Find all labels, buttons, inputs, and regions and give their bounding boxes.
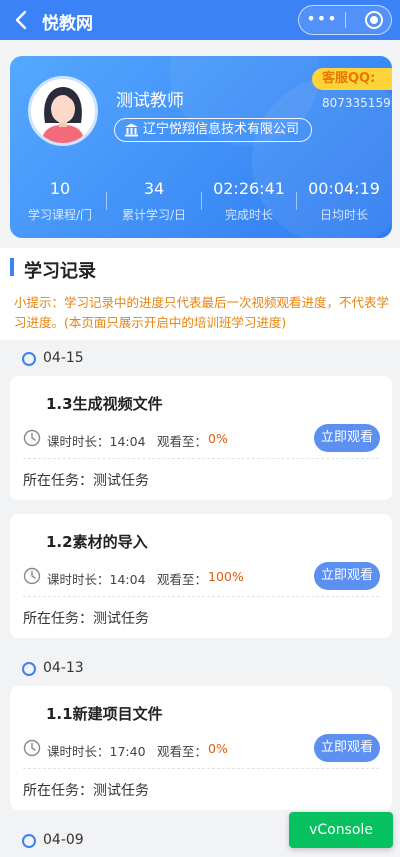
stat-label: 累计学习/日 (121, 208, 187, 222)
tip-text: 小提示：学习记录中的进度只代表最后一次视频观看进度，不代表学习进度。(本页面只展… (14, 295, 390, 330)
lesson-duration: 课时时长：14:04 (47, 569, 146, 588)
task-label: 所在任务： (23, 783, 93, 799)
stat-value: 34 (143, 179, 165, 198)
duration-value: 17:40 (109, 744, 146, 759)
task-value: 测试任务 (93, 783, 149, 799)
lesson-title: 1.1新建项目文件 (46, 705, 163, 723)
stat-completed-time: 02:26:41 完成时长 (201, 178, 297, 223)
stat-daily-average: 00:04:19 日均时长 (296, 178, 392, 223)
stat-value: 00:04:19 (308, 179, 380, 198)
date-label: 04-13 (43, 660, 84, 676)
teacher-name: 测试教师 (116, 91, 184, 111)
stat-label: 日均时长 (319, 208, 368, 222)
divider (23, 596, 379, 597)
section-title: 学习记录 (24, 261, 96, 282)
stat-value: 02:26:41 (213, 179, 285, 198)
divider (23, 458, 379, 459)
progress-value: 0% (208, 741, 228, 756)
duration-value: 14:04 (109, 572, 146, 587)
navbar: 悦教网 ••• (0, 0, 400, 40)
capsule-divider (345, 12, 346, 28)
stat-label: 学习课程/门 (27, 208, 93, 222)
stat-label: 完成时长 (224, 208, 273, 222)
target-circle-icon[interactable] (365, 11, 383, 29)
stats-row: 10 学习课程/门 34 累计学习/日 02:26:41 完成时长 00:04:… (10, 178, 392, 228)
watch-now-button[interactable]: 立即观看 (314, 734, 380, 762)
date-label: 04-15 (43, 350, 84, 366)
duration-label: 课时时长： (47, 434, 110, 449)
task-value: 测试任务 (93, 611, 149, 627)
lesson-duration: 课时时长：14:04 (47, 431, 146, 450)
watch-now-button[interactable]: 立即观看 (314, 424, 380, 452)
more-dots-icon[interactable]: ••• (299, 6, 345, 34)
lesson-duration: 课时时长：17:40 (47, 741, 146, 760)
progress-label: 观看至： (157, 744, 208, 759)
qq-label: 客服QQ: (312, 68, 392, 90)
progress-value: 100% (208, 569, 244, 584)
profile-card: 测试教师 辽宁悦翔信息技术有限公司 客服QQ: 807335159 10 学习课… (10, 56, 392, 238)
lesson-title: 1.2素材的导入 (46, 533, 148, 551)
progress-value: 0% (208, 431, 228, 446)
task-label: 所在任务： (23, 473, 93, 489)
lesson-title: 1.3生成视频文件 (46, 395, 163, 413)
task-info: 所在任务：测试任务 (23, 470, 149, 490)
stat-courses: 10 学习课程/门 (12, 178, 108, 223)
study-records-header: 学习记录 小提示：学习记录中的进度只代表最后一次视频观看进度，不代表学习进度。(… (0, 248, 400, 340)
clock-icon (23, 739, 41, 757)
task-label: 所在任务： (23, 611, 93, 627)
duration-label: 课时时长： (47, 572, 110, 587)
page-title: 悦教网 (42, 14, 93, 34)
vconsole-button[interactable]: vConsole (289, 812, 393, 848)
stat-value: 10 (49, 179, 71, 198)
record-card: 1.3生成视频文件 课时时长：14:04 观看至： 0% 立即观看 所在任务：测… (10, 376, 392, 500)
chevron-left-icon[interactable] (10, 6, 34, 34)
progress-label: 观看至： (157, 572, 208, 587)
task-value: 测试任务 (93, 473, 149, 489)
bank-icon (125, 123, 138, 137)
clock-icon (23, 567, 41, 585)
company-badge: 辽宁悦翔信息技术有限公司 (114, 118, 313, 142)
mini-program-capsule: ••• (298, 5, 392, 35)
circle-icon (22, 662, 36, 676)
record-card: 1.1新建项目文件 课时时长：17:40 观看至： 0% 立即观看 所在任务：测… (10, 686, 392, 810)
circle-icon (22, 834, 36, 848)
clock-icon (23, 429, 41, 447)
qq-number[interactable]: 807335159 (322, 96, 391, 110)
date-label: 04-09 (43, 832, 84, 848)
progress-label: 观看至： (157, 434, 208, 449)
avatar (28, 76, 98, 146)
circle-icon (22, 352, 36, 366)
task-info: 所在任务：测试任务 (23, 608, 149, 628)
duration-value: 14:04 (109, 434, 146, 449)
company-name: 辽宁悦翔信息技术有限公司 (143, 122, 300, 137)
task-info: 所在任务：测试任务 (23, 780, 149, 800)
section-accent-bar (10, 258, 14, 276)
watch-now-button[interactable]: 立即观看 (314, 562, 380, 590)
divider (23, 768, 379, 769)
duration-label: 课时时长： (47, 744, 110, 759)
stat-days: 34 累计学习/日 (106, 178, 202, 223)
record-card: 1.2素材的导入 课时时长：14:04 观看至： 100% 立即观看 所在任务：… (10, 514, 392, 638)
